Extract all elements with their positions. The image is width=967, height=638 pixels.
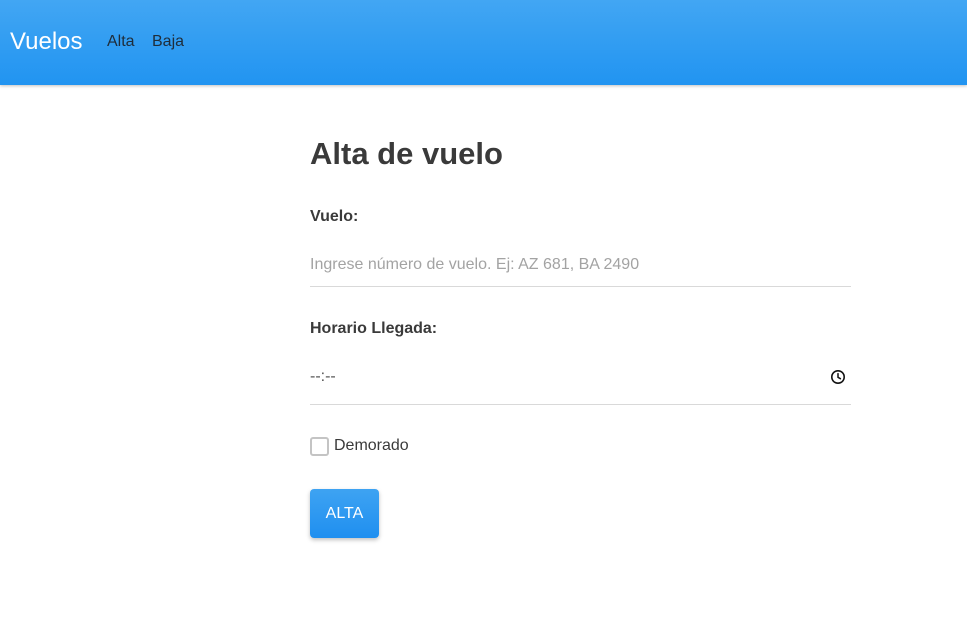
navbar: Vuelos Alta Baja (0, 0, 967, 85)
demorado-checkbox[interactable] (310, 436, 329, 456)
brand-link[interactable]: Vuelos (10, 27, 83, 57)
demorado-label[interactable]: Demorado (334, 436, 409, 456)
horario-llegada-label: Horario Llegada: (310, 320, 438, 337)
vuelo-input[interactable] (310, 243, 851, 287)
vuelo-label: Vuelo: (310, 208, 359, 225)
horario-llegada-value: --:-- (310, 368, 336, 385)
page-title: Alta de vuelo (310, 136, 503, 171)
clock-icon[interactable] (830, 369, 846, 385)
demorado-checkbox-row[interactable]: Demorado (310, 436, 409, 456)
nav-link-baja[interactable]: Baja (152, 32, 184, 52)
horario-llegada-input[interactable]: --:-- (310, 356, 851, 405)
nav-link-alta[interactable]: Alta (107, 32, 135, 52)
alta-submit-button[interactable]: ALTA (310, 489, 379, 538)
